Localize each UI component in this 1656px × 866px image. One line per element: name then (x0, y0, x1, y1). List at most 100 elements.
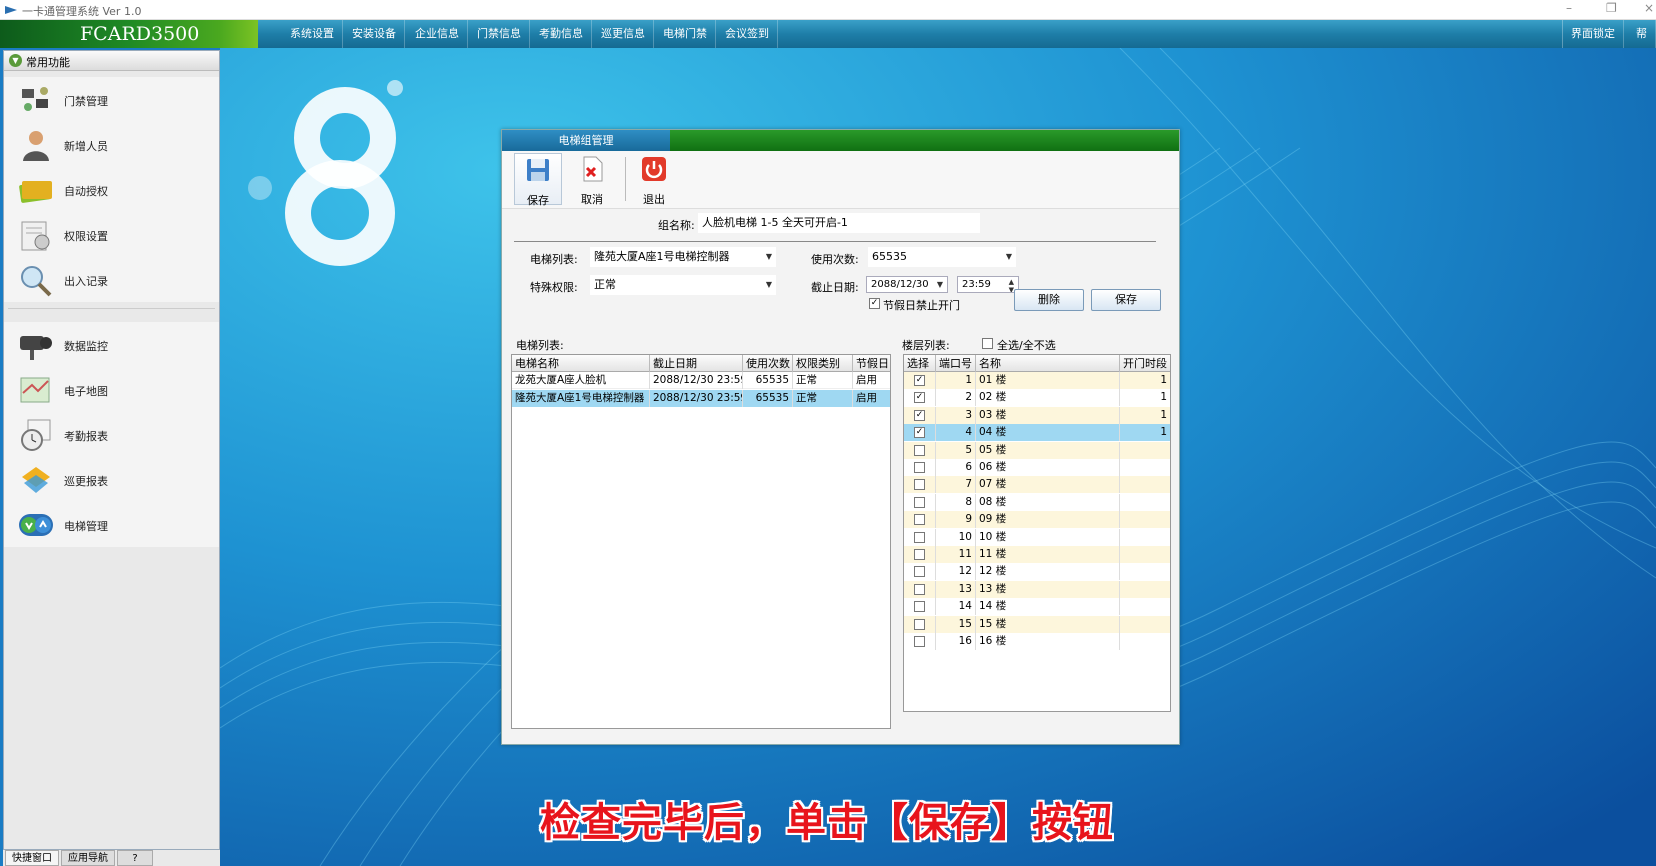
cell-port: 2 (936, 389, 976, 407)
table-row[interactable]: ✓ 1 01 楼1 (904, 372, 1170, 389)
table-row[interactable]: ✓ 2 02 楼1 (904, 389, 1170, 407)
floor-checkbox[interactable]: ✓ (914, 409, 925, 421)
column-header[interactable]: 端口号 (936, 355, 976, 372)
table-row[interactable]: ✓ 4 04 楼1 (904, 424, 1170, 442)
menu-company-info[interactable]: 企业信息 (407, 20, 468, 48)
expire-date-value: 2088/12/30 (871, 279, 929, 290)
cell-floor-name: 16 楼 (976, 633, 1120, 650)
cell-select (904, 476, 936, 494)
sidebar-item-add-person[interactable]: 新增人员 (4, 122, 219, 167)
floor-checkbox[interactable] (914, 514, 925, 526)
delete-button[interactable]: 删除 (1014, 289, 1084, 311)
table-row[interactable]: 13 13 楼 (904, 580, 1170, 598)
column-header[interactable]: 选择 (904, 355, 936, 372)
sidebar-group-2: 数据监控 电子地图 考勤报表 巡更报表 电梯管理 (4, 322, 219, 547)
tab-help[interactable]: ? (117, 850, 153, 866)
holiday-block-checkbox[interactable]: ✓ (869, 298, 880, 309)
column-header[interactable]: 电梯名称 (512, 355, 650, 372)
menu-elevator-access[interactable]: 电梯门禁 (655, 20, 716, 48)
select-all-label: 全选/全不选 (997, 339, 1056, 352)
expire-date-picker[interactable]: 2088/12/30 ▼ (866, 276, 948, 293)
special-permission-select[interactable]: 正常 ▼ (590, 275, 776, 295)
use-count-label: 使用次数: (811, 253, 859, 266)
cell-floor-name: 05 楼 (976, 441, 1120, 459)
floor-checkbox[interactable] (914, 549, 925, 560)
floor-checkbox[interactable]: ✓ (914, 392, 925, 404)
collapse-icon[interactable]: ▼ (9, 54, 22, 67)
table-row[interactable]: 10 10 楼 (904, 528, 1170, 546)
menu-access-info[interactable]: 门禁信息 (469, 20, 530, 48)
sidebar-item-door-control[interactable]: 门禁管理 (4, 77, 219, 122)
sidebar-item-label: 考勤报表 (64, 430, 108, 443)
cell-select (904, 580, 936, 598)
sidebar-item-elevator-management[interactable]: 电梯管理 (4, 502, 219, 547)
toolbar-exit-button[interactable]: 退出 (630, 153, 678, 206)
floor-checkbox[interactable] (914, 479, 925, 491)
cell-open-period: 1 (1120, 407, 1170, 424)
e-map-icon (20, 377, 50, 403)
sidebar-item-auto-authorize[interactable]: 自动授权 (4, 167, 219, 212)
menu-attendance-info[interactable]: 考勤信息 (531, 20, 592, 48)
table-row[interactable]: 14 14 楼 (904, 598, 1170, 616)
table-row[interactable]: 5 05 楼 (904, 441, 1170, 459)
tab-quick-window[interactable]: 快捷窗口 (5, 850, 59, 866)
floor-checkbox[interactable] (914, 496, 925, 508)
table-row[interactable]: 6 06 楼 (904, 459, 1170, 476)
expire-time-spinner[interactable]: 23:59 ▲ ▼ (957, 276, 1019, 293)
elevator-list-select[interactable]: 隆苑大厦A座1号电梯控制器 ▼ (590, 247, 776, 267)
minimize-button[interactable]: – (1566, 1, 1572, 15)
table-row[interactable]: 隆苑大厦A座1号电梯控制器 2088/12/30 23:59 65535 正常 … (512, 390, 890, 407)
sidebar-item-attendance-report[interactable]: 考勤报表 (4, 412, 219, 457)
close-button[interactable]: × (1644, 1, 1654, 15)
floor-checkbox[interactable]: ✓ (914, 375, 925, 386)
column-header[interactable]: 权限类别 (793, 355, 853, 372)
floor-checkbox[interactable] (914, 618, 925, 630)
use-count-select[interactable]: 65535 ▼ (868, 247, 1016, 267)
table-row[interactable]: 16 16 楼 (904, 633, 1170, 650)
calendar-dropdown-icon[interactable]: ▼ (937, 277, 943, 292)
toolbar-save-button[interactable]: 保存 (514, 153, 562, 207)
table-row[interactable]: 龙苑大厦A座人脸机 2088/12/30 23:59 65535 正常 启用 (512, 372, 890, 389)
restore-button[interactable]: ❐ (1606, 1, 1617, 15)
sidebar-item-e-map[interactable]: 电子地图 (4, 367, 219, 412)
sidebar-item-label: 电梯管理 (64, 520, 108, 533)
floor-checkbox[interactable] (914, 462, 925, 473)
sidebar-item-patrol-report[interactable]: 巡更报表 (4, 457, 219, 502)
column-header[interactable]: 使用次数 (743, 355, 793, 372)
table-row[interactable]: 9 09 楼 (904, 511, 1170, 529)
table-row[interactable]: 8 08 楼 (904, 493, 1170, 511)
table-row[interactable]: 15 15 楼 (904, 615, 1170, 633)
auto-authorize-icon (19, 181, 52, 203)
menu-patrol-info[interactable]: 巡更信息 (593, 20, 654, 48)
toolbar-cancel-button[interactable]: 取消 (568, 153, 616, 206)
floor-checkbox[interactable] (914, 636, 925, 647)
table-row[interactable]: 11 11 楼 (904, 546, 1170, 563)
floor-checkbox[interactable] (914, 583, 925, 595)
floor-checkbox[interactable] (914, 531, 925, 543)
menu-system-settings[interactable]: 系统设置 (282, 20, 343, 48)
menu-lock-ui[interactable]: 界面锁定 (1562, 20, 1624, 48)
sidebar-item-access-record[interactable]: 出入记录 (4, 257, 219, 302)
column-header[interactable]: 开门时段 (1120, 355, 1170, 372)
floor-checkbox[interactable] (914, 444, 925, 456)
column-header[interactable]: 截止日期 (650, 355, 743, 372)
sidebar-item-permission-settings[interactable]: 权限设置 (4, 212, 219, 257)
select-all-checkbox[interactable] (982, 338, 993, 349)
sidebar-item-data-monitor[interactable]: 数据监控 (4, 322, 219, 367)
group-name-input[interactable]: 人脸机电梯 1-5 全天可开启-1 (698, 213, 980, 233)
menu-meeting-signin[interactable]: 会议签到 (717, 20, 778, 48)
cell-open-period (1120, 459, 1170, 476)
sidebar-header[interactable]: ▼ 常用功能 (4, 51, 219, 71)
floor-checkbox[interactable]: ✓ (914, 427, 925, 439)
floor-checkbox[interactable] (914, 566, 925, 578)
table-row[interactable]: 7 07 楼 (904, 476, 1170, 494)
table-row[interactable]: 12 12 楼 (904, 563, 1170, 581)
menu-install-device[interactable]: 安装设备 (344, 20, 405, 48)
save-button[interactable]: 保存 (1091, 289, 1161, 311)
table-row[interactable]: ✓ 3 03 楼1 (904, 406, 1170, 424)
menu-help[interactable]: 帮助 (1628, 20, 1656, 68)
column-header[interactable]: 节假日 (853, 355, 890, 372)
tab-app-navigation[interactable]: 应用导航 (61, 850, 115, 866)
column-header[interactable]: 名称 (976, 355, 1120, 372)
floor-checkbox[interactable] (914, 601, 925, 613)
